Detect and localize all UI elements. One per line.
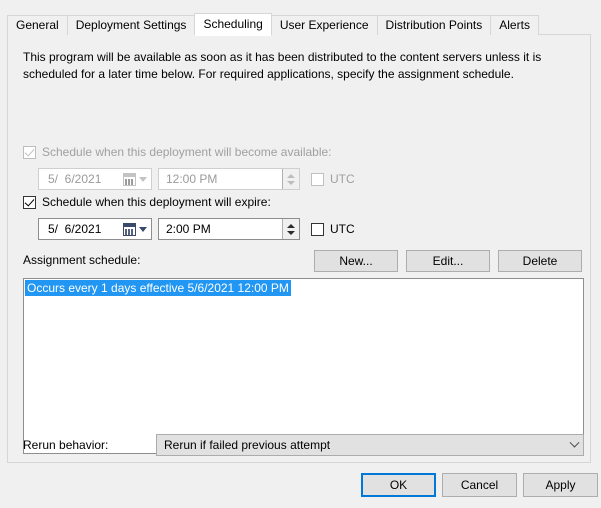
calendar-icon[interactable]: [123, 172, 136, 186]
panel-description: This program will be available as soon a…: [23, 50, 542, 81]
expire-utc-label: UTC: [330, 222, 355, 236]
tab-general[interactable]: General: [7, 15, 68, 35]
expire-date-value: 5/ 6/2021: [48, 222, 102, 236]
spinner-updown-icon[interactable]: [282, 219, 299, 239]
chevron-down-icon[interactable]: [139, 176, 147, 182]
spinner-updown-icon[interactable]: [282, 169, 299, 189]
tab-distribution-points[interactable]: Distribution Points: [376, 15, 492, 35]
tab-scheduling[interactable]: Scheduling: [194, 13, 272, 36]
available-date-picker[interactable]: 5/ 6/2021: [38, 168, 152, 190]
tab-strip: General Deployment Settings Scheduling U…: [7, 13, 539, 36]
expire-date-picker[interactable]: 5/ 6/2021: [38, 218, 152, 240]
spinner-up-icon[interactable]: [287, 223, 295, 228]
available-date-value: 5/ 6/2021: [48, 172, 102, 186]
rerun-behavior-label: Rerun behavior:: [23, 438, 109, 452]
cancel-button[interactable]: Cancel: [442, 473, 517, 497]
expire-utc-checkbox[interactable]: [311, 222, 324, 236]
schedule-expire-checkbox: [23, 195, 36, 209]
spinner-up-icon[interactable]: [287, 173, 295, 178]
apply-button[interactable]: Apply: [523, 473, 598, 497]
spinner-down-icon[interactable]: [287, 180, 295, 185]
scheduling-tab-panel: This program will be available as soon a…: [7, 34, 591, 463]
chevron-down-icon[interactable]: [565, 437, 583, 449]
tab-alerts[interactable]: Alerts: [490, 15, 539, 35]
schedule-expire-label: Schedule when this deployment will expir…: [42, 195, 271, 209]
available-time-picker[interactable]: 12:00 PM: [158, 168, 300, 190]
available-datetime-row: 5/ 6/2021 12:00 PM UTC: [38, 168, 355, 190]
list-item[interactable]: Occurs every 1 days effective 5/6/2021 1…: [25, 280, 291, 296]
chevron-down-icon[interactable]: [139, 226, 147, 232]
available-date-buttons: [123, 172, 151, 186]
expire-utc-row[interactable]: UTC: [311, 222, 355, 236]
assignment-schedule-listbox[interactable]: Occurs every 1 days effective 5/6/2021 1…: [23, 278, 584, 454]
delete-button[interactable]: Delete: [498, 250, 582, 272]
expire-date-buttons: [123, 222, 151, 236]
rerun-behavior-value: Rerun if failed previous attempt: [164, 438, 331, 452]
scheduling-dialog: General Deployment Settings Scheduling U…: [0, 0, 601, 508]
calendar-icon[interactable]: [123, 222, 136, 236]
available-utc-label: UTC: [330, 172, 355, 186]
available-utc-row[interactable]: UTC: [311, 172, 355, 186]
ok-button[interactable]: OK: [361, 473, 436, 497]
spinner-down-icon[interactable]: [287, 230, 295, 235]
schedule-expire-checkbox-row[interactable]: Schedule when this deployment will expir…: [23, 195, 271, 209]
assignment-schedule-label: Assignment schedule:: [23, 253, 141, 267]
schedule-available-checkbox: [23, 145, 36, 159]
new-button[interactable]: New...: [314, 250, 398, 272]
available-utc-checkbox[interactable]: [311, 172, 324, 186]
expire-time-value: 2:00 PM: [166, 222, 211, 236]
tab-user-experience[interactable]: User Experience: [270, 15, 378, 35]
tab-deployment-settings[interactable]: Deployment Settings: [66, 15, 196, 35]
schedule-available-label: Schedule when this deployment will becom…: [42, 145, 332, 159]
expire-datetime-row: 5/ 6/2021 2:00 PM UTC: [38, 218, 355, 240]
expire-time-picker[interactable]: 2:00 PM: [158, 218, 300, 240]
edit-button[interactable]: Edit...: [406, 250, 490, 272]
rerun-behavior-select[interactable]: Rerun if failed previous attempt: [156, 434, 584, 456]
schedule-available-checkbox-row[interactable]: Schedule when this deployment will becom…: [23, 145, 332, 159]
available-time-value: 12:00 PM: [166, 172, 218, 186]
